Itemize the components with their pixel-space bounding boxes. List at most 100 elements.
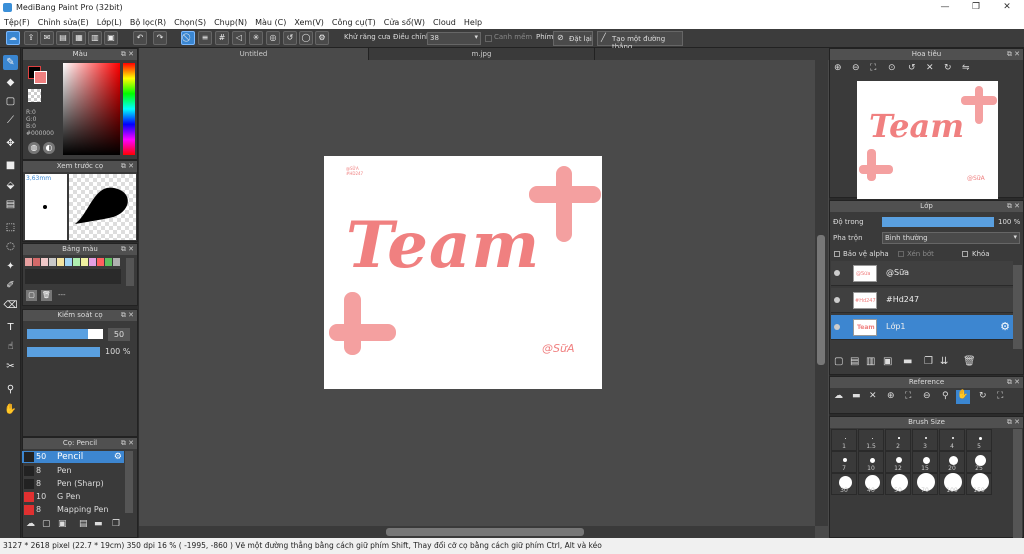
lasso-tool-icon[interactable]: ◌ <box>3 239 18 254</box>
gear-icon[interactable]: ⚙ <box>114 451 122 463</box>
undo-icon[interactable]: ↶ <box>133 31 147 45</box>
menu-snap[interactable]: Chụp(N) <box>210 18 251 27</box>
hand-tool-icon[interactable]: ✋ <box>3 402 18 417</box>
color-wheel-icon[interactable]: ◐ <box>43 142 55 154</box>
cloud-icon[interactable]: ☁ <box>6 31 20 45</box>
gradient-tool-icon[interactable]: ▤ <box>3 197 18 212</box>
horizontal-scrollbar[interactable] <box>139 526 815 538</box>
visibility-icon[interactable] <box>834 324 840 330</box>
brush-size-cell[interactable]: 4 <box>939 429 965 451</box>
move-tool-icon[interactable]: ✥ <box>3 136 18 151</box>
copy-brush-icon[interactable]: ▤ <box>79 519 88 529</box>
brush-size-cell[interactable]: 40 <box>858 473 884 495</box>
brush-size-cell[interactable]: 70 <box>912 473 938 495</box>
menu-tools[interactable]: Công cụ(T) <box>328 18 380 27</box>
vertical-scrollbar[interactable] <box>815 60 828 526</box>
palette-swatch[interactable] <box>41 258 48 266</box>
zoom-out-icon[interactable]: ⊖ <box>923 391 931 401</box>
visibility-icon[interactable] <box>834 297 840 303</box>
rotate-icon[interactable]: ↻ <box>979 391 987 401</box>
palette-swatch[interactable] <box>49 258 56 266</box>
open-folder-icon[interactable]: ▬ <box>852 391 861 401</box>
transparent-swatch[interactable] <box>28 89 41 102</box>
brush-size-value[interactable]: 50 <box>108 328 130 341</box>
brush-size-cell[interactable]: 5 <box>966 429 992 451</box>
brush-size-cell[interactable]: 3 <box>912 429 938 451</box>
layer-row-hd247[interactable]: #Hd247 #Hd247 <box>831 288 1013 313</box>
layout-icon[interactable]: ▥ <box>88 31 102 45</box>
palette-swatch[interactable] <box>81 258 88 266</box>
brush-size-cell[interactable]: 30 <box>831 473 857 495</box>
new-layer-icon[interactable]: ▢ <box>834 356 843 367</box>
smooth-checkbox[interactable] <box>485 35 492 42</box>
vanishing-snap-icon[interactable]: ◁ <box>232 31 246 45</box>
shape-tool-icon[interactable]: ■ <box>3 158 18 173</box>
rotate-left-icon[interactable]: ↺ <box>908 63 916 73</box>
cloud-icon[interactable]: ☁ <box>834 391 843 401</box>
speech-icon[interactable]: ✉ <box>40 31 54 45</box>
fit-icon[interactable]: ⛶ <box>905 391 911 401</box>
tab-untitled[interactable]: Untitled <box>139 48 369 60</box>
hand-tool-icon[interactable]: ✋ <box>956 390 970 404</box>
straight-line-button[interactable]: ╱ Tạo một đường thẳng <box>597 31 683 51</box>
clip-checkbox[interactable] <box>898 251 904 257</box>
no-snap-icon[interactable]: ⃠ <box>181 31 195 45</box>
reset-button[interactable]: ⊘ Đặt lại <box>553 31 593 46</box>
background-swatch[interactable] <box>34 71 47 84</box>
brush-size-cell[interactable]: 10 <box>858 451 884 473</box>
visibility-icon[interactable] <box>834 270 840 276</box>
menu-cloud[interactable]: Cloud <box>429 18 460 27</box>
horizontal-scroll-thumb[interactable] <box>386 528 584 536</box>
document-canvas[interactable]: @SỮA #HD247 Team @SữA <box>324 156 602 389</box>
eyedropper-icon[interactable]: ⚲ <box>942 391 949 401</box>
palette-icon[interactable]: ◍ <box>28 142 40 154</box>
brush-size-cell[interactable]: 1 <box>831 429 857 451</box>
brush-size-slider[interactable] <box>27 329 103 339</box>
gear-icon[interactable]: ⚙ <box>1000 320 1010 333</box>
palette-swatch[interactable] <box>25 258 32 266</box>
zoom-in-icon[interactable]: ⊕ <box>834 63 842 73</box>
brush-size-cell[interactable]: 20 <box>939 451 965 473</box>
eyedropper-icon[interactable]: ⚲ <box>3 382 18 397</box>
palette-swatch[interactable] <box>73 258 80 266</box>
menu-help[interactable]: Help <box>460 18 486 27</box>
layer-row-sua[interactable]: @Sữa @Sữa <box>831 261 1013 286</box>
palette-scrollbar[interactable] <box>126 258 134 286</box>
palette-swatch[interactable] <box>113 258 120 266</box>
palette-swatch[interactable] <box>33 258 40 266</box>
lock-checkbox[interactable] <box>962 251 968 257</box>
close-icon[interactable]: ✕ <box>992 0 1022 15</box>
brush-size-cell[interactable]: 100 <box>939 473 965 495</box>
new-8bit-layer-icon[interactable]: ▥ <box>866 356 875 367</box>
ring-snap-icon[interactable]: ◯ <box>299 31 313 45</box>
adjust-dropdown[interactable]: 38 ▾ <box>427 32 481 45</box>
layer-opacity-slider[interactable] <box>882 217 994 227</box>
curve-snap-icon[interactable]: ↺ <box>283 31 297 45</box>
rotate-right-icon[interactable]: ↻ <box>944 63 952 73</box>
brush-size-cell[interactable]: 150 <box>966 473 992 495</box>
vertical-scroll-thumb[interactable] <box>817 235 825 365</box>
operation-tool-icon[interactable]: ☝ <box>3 339 18 354</box>
new-brush-icon[interactable]: ▢ <box>42 519 51 529</box>
layer-folder-icon[interactable]: ▬ <box>903 356 912 367</box>
layer-scrollbar[interactable] <box>1013 265 1022 349</box>
line-tool-icon[interactable]: ⟋ <box>3 113 18 128</box>
cross-snap-icon[interactable]: # <box>215 31 229 45</box>
brush-item-4[interactable]: 8 Mapping Pen <box>22 504 124 516</box>
add-layer-menu-icon[interactable]: ▣ <box>883 356 892 367</box>
blend-dropdown[interactable]: Bình thường ▾ <box>882 232 1020 244</box>
protect-alpha-checkbox[interactable] <box>834 251 840 257</box>
radial-snap-icon[interactable]: ✳ <box>249 31 263 45</box>
magic-wand-icon[interactable]: ✦ <box>3 259 18 274</box>
new-palette-icon[interactable]: ▢ <box>26 290 37 301</box>
zoom-in-icon[interactable]: ⊕ <box>887 391 895 401</box>
menu-select[interactable]: Chọn(S) <box>170 18 210 27</box>
menu-layer[interactable]: Lớp(L) <box>93 18 126 27</box>
tab-m-jpg[interactable]: m.jpg <box>369 48 595 60</box>
brush-item-1[interactable]: 8 Pen <box>22 465 124 477</box>
new-halftone-layer-icon[interactable]: ▤ <box>850 356 859 367</box>
flip-icon[interactable]: ⇋ <box>962 63 970 73</box>
duplicate-layer-icon[interactable]: ❐ <box>924 356 933 367</box>
maximize-icon[interactable]: ❐ <box>961 0 991 15</box>
fill-tool-icon[interactable]: ⬙ <box>3 178 18 193</box>
